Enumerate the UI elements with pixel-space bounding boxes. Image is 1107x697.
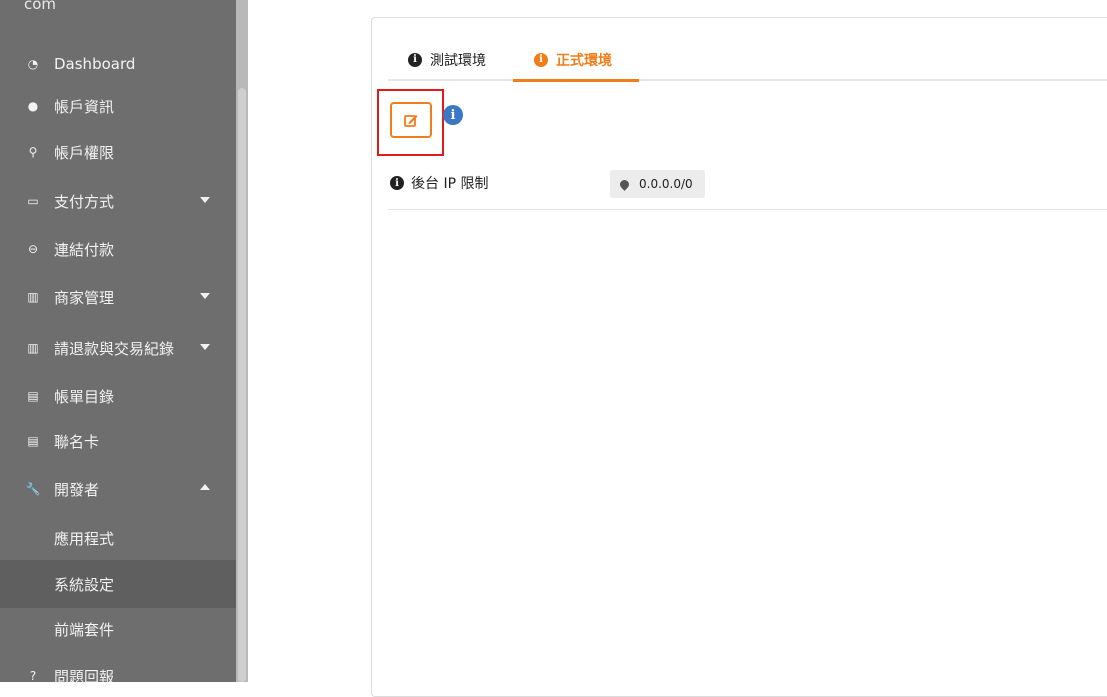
sidebar-item-account-permissions[interactable]: ⚲ 帳戶權限 [0, 128, 236, 176]
store-icon: ▥ [27, 290, 39, 304]
list-icon: ▤ [27, 389, 39, 403]
caret-down-icon [200, 344, 210, 350]
sidebar-item-label: 連結付款 [54, 240, 115, 259]
sidebar-item-label: 問題回報 [54, 667, 115, 683]
info-icon: i [390, 176, 404, 190]
sidebar-item-issue-report[interactable]: ? 問題回報 [0, 652, 236, 683]
brand-fragment: com [24, 0, 57, 13]
active-tab-indicator [513, 79, 639, 82]
settings-card [371, 17, 1107, 697]
tab-label: 測試環境 [430, 52, 486, 69]
sidebar-item-label: Dashboard [54, 55, 136, 73]
list-icon: ▤ [27, 434, 39, 448]
sidebar-scrollbar[interactable] [236, 0, 248, 682]
sidebar-item-label: 聯名卡 [54, 432, 100, 451]
info-icon: i [408, 52, 422, 67]
link-icon: ⊖ [27, 242, 39, 256]
environment-tabs: i 測試環境 i 正式環境 [388, 40, 1107, 81]
scrollbar-thumb[interactable] [238, 88, 246, 682]
info-icon: ● [27, 99, 39, 113]
sidebar-item-co-branded-card[interactable]: ▤ 聯名卡 [0, 417, 236, 465]
caret-down-icon [200, 293, 210, 299]
sidebar-item-payment-methods[interactable]: ▭ 支付方式 [0, 177, 236, 225]
tab-label: 正式環境 [556, 52, 612, 69]
sidebar-item-merchant-management[interactable]: ▥ 商家管理 [0, 273, 236, 321]
info-icon: i [534, 52, 548, 67]
tab-production-environment[interactable]: i 正式環境 [534, 40, 612, 79]
highlight-annotation [377, 89, 444, 156]
sidebar: com ◔ Dashboard ● 帳戶資訊 ⚲ 帳戶權限 ▭ 支付方式 ⊖ 連… [0, 0, 248, 682]
records-icon: ▥ [27, 341, 39, 355]
sidebar-subitem-system-settings[interactable]: 系統設定 [0, 560, 236, 608]
sidebar-subitem-frontend-kit[interactable]: 前端套件 [0, 605, 236, 653]
map-pin-icon [618, 177, 631, 191]
tab-test-environment[interactable]: i 測試環境 [408, 40, 486, 79]
sidebar-item-label: 帳戶權限 [54, 143, 115, 162]
sidebar-subitem-applications[interactable]: 應用程式 [0, 514, 236, 562]
ip-label-text: 後台 IP 限制 [411, 176, 489, 192]
dashboard-icon: ◔ [27, 57, 39, 71]
caret-up-icon [200, 484, 210, 490]
ip-restriction-row: i 後台 IP 限制 0.0.0.0/0 [388, 160, 1107, 210]
user-check-icon: ⚲ [28, 145, 38, 159]
sidebar-item-refunds-records[interactable]: ▥ 請退款與交易紀錄 [0, 324, 236, 372]
sidebar-item-account-info[interactable]: ● 帳戶資訊 [0, 82, 236, 130]
info-icon[interactable]: i [443, 105, 463, 125]
sidebar-item-developer[interactable]: 🔧 開發者 [0, 465, 236, 513]
sidebar-item-label: 應用程式 [54, 529, 115, 548]
credit-card-icon: ▭ [27, 194, 39, 208]
sidebar-item-label: 帳單目錄 [54, 387, 115, 406]
sidebar-item-billing-directory[interactable]: ▤ 帳單目錄 [0, 372, 236, 420]
caret-down-icon [200, 197, 210, 203]
sidebar-item-payment-links[interactable]: ⊖ 連結付款 [0, 225, 236, 273]
sidebar-item-dashboard[interactable]: ◔ Dashboard [0, 40, 236, 88]
sidebar-item-label: 帳戶資訊 [54, 97, 115, 116]
sidebar-item-label: 前端套件 [54, 620, 115, 639]
ip-value-chip: 0.0.0.0/0 [610, 170, 705, 198]
ip-restriction-label: i 後台 IP 限制 [390, 173, 488, 193]
question-icon: ? [29, 669, 37, 682]
sidebar-item-label: 系統設定 [54, 575, 115, 594]
wrench-icon: 🔧 [25, 482, 41, 496]
ip-value: 0.0.0.0/0 [639, 177, 693, 191]
